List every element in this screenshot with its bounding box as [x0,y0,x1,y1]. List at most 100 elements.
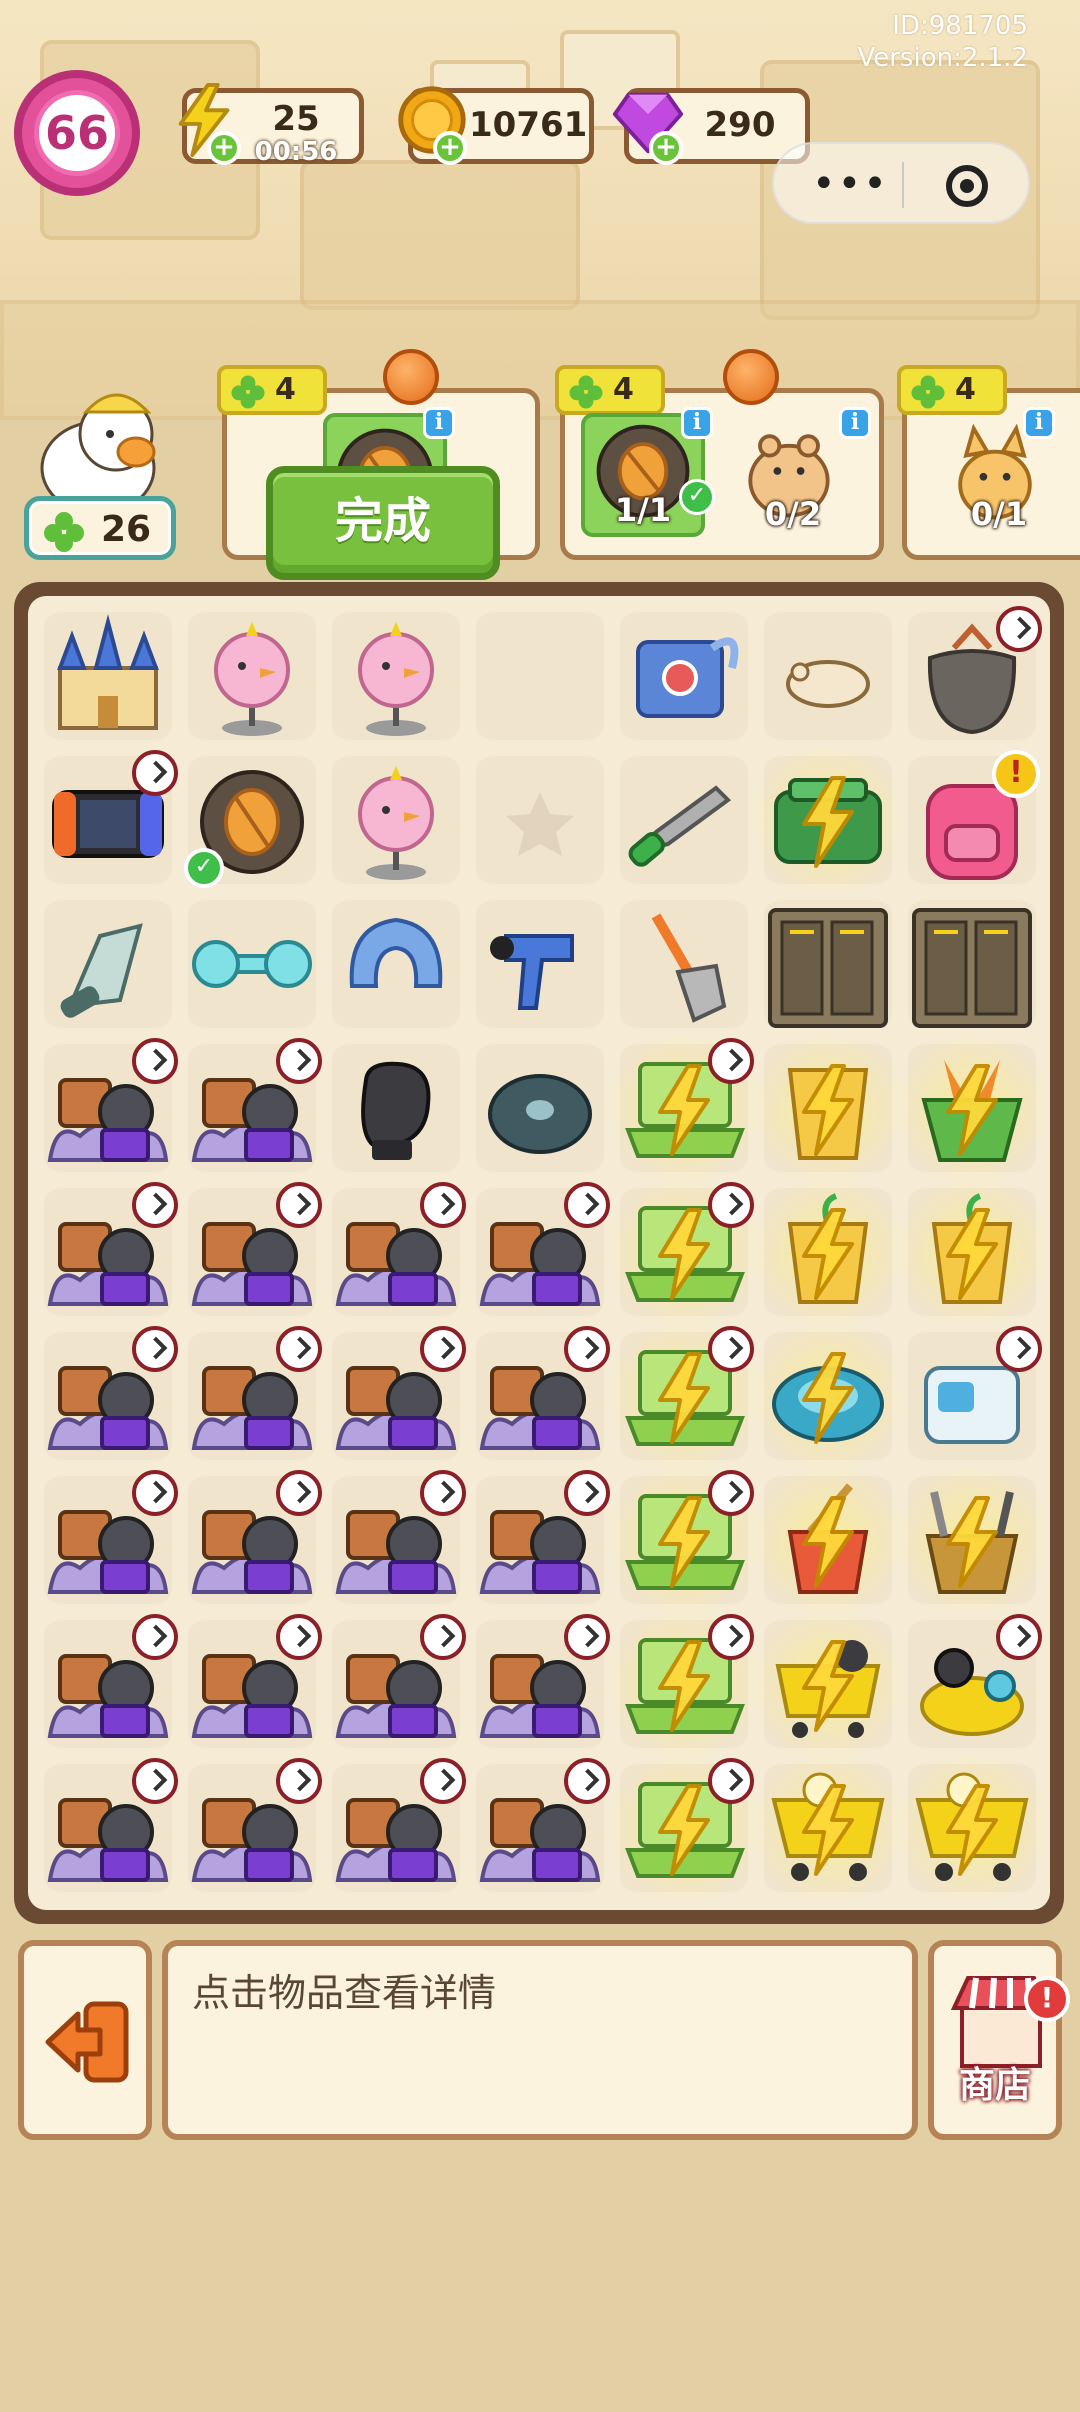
board-cell[interactable] [606,1606,762,1762]
board-cell[interactable] [36,748,180,892]
board-cell[interactable] [36,1756,180,1900]
board-cell[interactable] [606,1174,762,1330]
board-cell[interactable] [468,1612,612,1756]
order-info-icon[interactable]: i [681,407,713,439]
board-cell[interactable] [324,1180,468,1324]
timer-badge-icon [132,1470,178,1516]
board-cell[interactable] [612,748,756,892]
clover-counter[interactable]: 26 [24,496,176,560]
timer-badge-icon [708,1038,754,1084]
board-cell[interactable] [180,1180,324,1324]
timer-badge-icon [420,1182,466,1228]
board-cell[interactable] [36,1324,180,1468]
add-coins-button[interactable]: + [433,131,467,165]
board-cell[interactable] [468,1756,612,1900]
board-cell[interactable] [894,1030,1050,1186]
board-cell[interactable] [324,1324,468,1468]
board-cell[interactable] [36,1180,180,1324]
board-cell[interactable] [36,1612,180,1756]
pink-chick-statue-icon [214,622,290,736]
board-cell[interactable] [36,892,180,1036]
timer-badge-icon [420,1326,466,1372]
board-cell[interactable] [180,892,324,1036]
timer-badge-icon [996,606,1042,652]
board-cell[interactable] [324,1468,468,1612]
order-reward-badge: 4 [897,365,1007,415]
more-menu-button[interactable]: ••• [812,164,889,204]
sleeping-hamster-icon [786,660,870,708]
board-cell[interactable] [324,1036,468,1180]
exit-button[interactable] [18,1940,152,2140]
shop-button[interactable]: ! 商店 [928,1940,1070,2140]
order-card-3[interactable]: 4 0/1 i [897,365,1080,560]
order-info-icon[interactable]: i [423,407,455,439]
add-gems-button[interactable]: + [649,131,683,165]
board-cell[interactable] [324,1612,468,1756]
board-cell[interactable] [750,1462,906,1618]
close-miniprogram-button[interactable] [946,165,988,207]
order-item-slot[interactable]: 0/2 [731,413,855,537]
coin-counter[interactable]: + 10761 [398,86,594,165]
board-cell[interactable] [324,1756,468,1900]
board-cell[interactable] [750,1174,906,1330]
board-cell[interactable] [468,604,612,748]
board-cell[interactable]: ! [900,748,1044,892]
board-cell[interactable] [606,1030,762,1186]
board-cell[interactable] [36,604,180,748]
order-card-2[interactable]: 4 1/1 ✓ i 0/2 i [555,349,884,560]
shop-label: 商店 [958,2065,1031,2106]
order-slot-count: 0/1 [970,495,1028,533]
board-cell[interactable] [180,1468,324,1612]
board-cell[interactable] [900,1612,1044,1756]
board-cell[interactable] [900,892,1044,1036]
order-info-icon[interactable]: i [839,407,871,439]
board-cell[interactable] [180,1324,324,1468]
board-cell[interactable] [606,1462,762,1618]
board-cell[interactable] [36,1036,180,1180]
board-cell[interactable] [468,1180,612,1324]
energy-counter[interactable]: + 25 00:56 [178,82,364,167]
add-energy-button[interactable]: + [207,131,241,165]
board-cell[interactable] [180,1612,324,1756]
board-cell[interactable] [468,1324,612,1468]
board-cell[interactable] [900,604,1044,748]
board-cell[interactable] [468,748,612,892]
board-cell[interactable] [894,1174,1050,1330]
boxing-glove-icon [361,1061,431,1160]
timer-badge-icon [564,1758,610,1804]
board-cell[interactable] [900,1324,1044,1468]
board-cell[interactable] [894,1750,1050,1906]
timer-badge-icon [132,1038,178,1084]
board-cell[interactable] [756,604,900,748]
board-cell[interactable] [468,892,612,1036]
gem-counter[interactable]: + 290 [612,88,810,165]
board-cell[interactable] [36,1468,180,1612]
board-cell[interactable]: ✓ [180,748,324,892]
player-level-badge[interactable]: 66 [14,70,140,196]
tool-bucket-energy-icon [925,1491,1019,1594]
board-cell[interactable] [750,1606,906,1762]
board-cell[interactable] [180,1756,324,1900]
board-cell[interactable] [180,1036,324,1180]
board-cell[interactable] [324,748,468,892]
board-cell[interactable] [894,1462,1050,1618]
board-cell[interactable] [612,892,756,1036]
board-cell[interactable] [750,1750,906,1906]
board-cell[interactable] [606,1750,762,1906]
board-cell[interactable] [180,604,324,748]
board-cell[interactable] [468,1468,612,1612]
board-cell[interactable] [756,892,900,1036]
board-cell[interactable] [750,742,906,898]
timer-badge-icon [276,1182,322,1228]
board-cell[interactable] [468,1036,612,1180]
board-cell[interactable] [324,604,468,748]
board-cell[interactable] [612,604,756,748]
board-cell[interactable] [324,892,468,1036]
complete-order-button[interactable]: 完成 [266,466,500,580]
board-cell[interactable] [606,1318,762,1474]
id-version-text: ID:981705 Version:2.1.2 [857,10,1028,74]
board-cell[interactable] [750,1030,906,1186]
coin-reward-icon [383,349,439,405]
board-cell[interactable] [750,1318,906,1474]
order-info-icon[interactable]: i [1023,407,1055,439]
